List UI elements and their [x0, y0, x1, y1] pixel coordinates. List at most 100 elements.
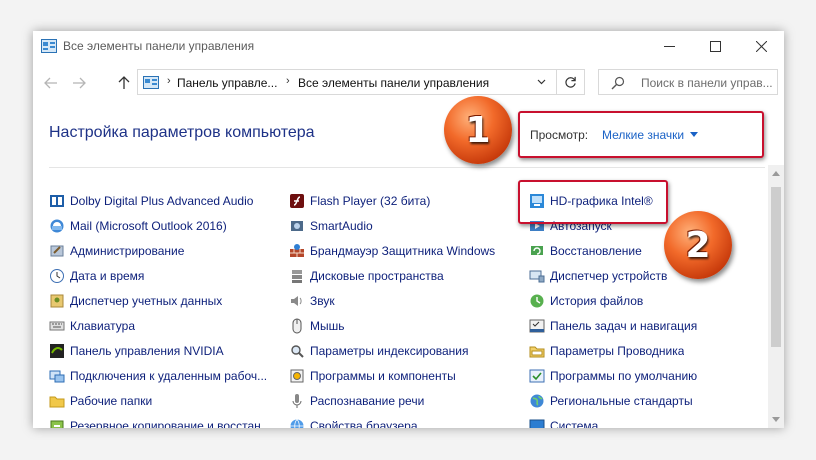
backup-icon	[49, 418, 65, 428]
control-panel-item-label: Рабочие папки	[70, 394, 153, 408]
scroll-down-arrow-icon[interactable]	[772, 417, 780, 422]
control-panel-item[interactable]: Dolby Digital Plus Advanced Audio	[49, 191, 253, 211]
control-panel-item[interactable]: Параметры Проводника	[529, 341, 684, 361]
chevron-down-icon[interactable]	[537, 79, 546, 85]
control-panel-item-label: Параметры Проводника	[550, 344, 685, 358]
control-panel-item[interactable]: Диспетчер устройств	[529, 266, 667, 286]
explorer-options-icon	[529, 343, 545, 359]
control-panel-item-label: Диспетчер учетных данных	[70, 294, 223, 308]
control-panel-item-label: Mail (Microsoft Outlook 2016)	[70, 219, 227, 233]
recovery-icon	[529, 243, 545, 259]
control-panel-item[interactable]: Мышь	[289, 316, 345, 336]
control-panel-item-label: SmartAudio	[310, 219, 373, 233]
control-panel-item[interactable]: Брандмауэр Защитника Windows	[289, 241, 495, 261]
control-panel-item[interactable]: Программы и компоненты	[289, 366, 456, 386]
control-panel-item[interactable]: Распознавание речи	[289, 391, 424, 411]
search-icon	[611, 76, 625, 90]
step-badge-number: 2	[685, 224, 711, 266]
control-panel-item[interactable]: Панель задач и навигация	[529, 316, 697, 336]
arrow-right-icon	[73, 77, 86, 89]
control-panel-item-label: Дата и время	[70, 269, 145, 283]
control-panel-item[interactable]: Звук	[289, 291, 335, 311]
control-panel-item-label: Клавиатура	[70, 319, 135, 333]
firewall-icon	[289, 243, 305, 259]
control-panel-item[interactable]: Администрирование	[49, 241, 184, 261]
title-bar: Все элементы панели управления	[33, 31, 784, 62]
control-panel-item[interactable]: Дисковые пространства	[289, 266, 444, 286]
control-panel-item-label: История файлов	[550, 294, 644, 308]
control-panel-item[interactable]: Mail (Microsoft Outlook 2016)	[49, 216, 227, 236]
control-panel-item[interactable]: Панель управления NVIDIA	[49, 341, 224, 361]
refresh-button[interactable]	[557, 69, 585, 95]
control-panel-item[interactable]: Flash Player (32 бита)	[289, 191, 430, 211]
control-panel-item[interactable]: Программы по умолчанию	[529, 366, 697, 386]
control-panel-item[interactable]: Дата и время	[49, 266, 144, 286]
nvidia-icon	[49, 343, 65, 359]
control-panel-item-label: Свойства браузера	[310, 419, 418, 428]
default-programs-icon	[529, 368, 545, 384]
credential-icon	[49, 293, 65, 309]
remote-icon	[49, 368, 65, 384]
step-badge-2: 2	[664, 211, 732, 279]
control-panel-item-label: Диспетчер устройств	[550, 269, 668, 283]
control-panel-item-label: Дисковые пространства	[310, 269, 444, 283]
back-button[interactable]	[41, 73, 61, 93]
control-panel-item[interactable]: Клавиатура	[49, 316, 135, 336]
search-placeholder: Поиск в панели управ...	[641, 76, 773, 90]
control-panel-item[interactable]: Рабочие папки	[49, 391, 152, 411]
control-panel-item[interactable]: Восстановление	[529, 241, 642, 261]
control-panel-item-label: Мышь	[310, 319, 345, 333]
address-bar[interactable]: › Панель управле... › Все элементы панел…	[137, 69, 557, 95]
control-panel-item-label: Программы по умолчанию	[550, 369, 698, 383]
file-history-icon	[529, 293, 545, 309]
microphone-icon	[289, 393, 305, 409]
control-panel-item[interactable]: SmartAudio	[289, 216, 373, 236]
chevron-right-icon[interactable]: ›	[286, 75, 290, 87]
control-panel-item-label: Администрирование	[70, 244, 185, 258]
browser-icon	[289, 418, 305, 428]
close-button[interactable]	[738, 31, 784, 61]
maximize-button[interactable]	[692, 31, 738, 61]
scrollbar-thumb[interactable]	[771, 187, 781, 347]
control-panel-item[interactable]: Система	[529, 416, 598, 428]
step-badge-1: 1	[444, 96, 512, 164]
page-title: Настройка параметров компьютера	[49, 124, 315, 141]
search-box[interactable]: Поиск в панели управ...	[598, 69, 778, 95]
breadcrumb-all-items[interactable]: Все элементы панели управления	[298, 76, 489, 90]
maximize-icon	[709, 40, 721, 52]
speaker-icon	[289, 293, 305, 309]
control-panel-icon	[143, 76, 159, 89]
control-panel-item[interactable]: Подключения к удаленным рабоч...	[49, 366, 267, 386]
keyboard-icon	[49, 318, 65, 334]
intel-highlight-box	[518, 180, 668, 224]
scroll-up-arrow-icon[interactable]	[772, 171, 780, 176]
control-panel-item-label: Система	[550, 419, 599, 428]
minimize-button[interactable]	[646, 31, 692, 61]
control-panel-item-label: Резервное копирование и восстан...	[70, 419, 271, 428]
vertical-scrollbar[interactable]	[768, 165, 784, 428]
close-icon	[755, 40, 767, 52]
control-panel-item-label: Flash Player (32 бита)	[310, 194, 431, 208]
taskbar-icon	[529, 318, 545, 334]
navigation-bar: › Панель управле... › Все элементы панел…	[33, 65, 784, 101]
view-highlight-box	[518, 111, 764, 158]
window-title: Все элементы панели управления	[63, 39, 255, 53]
breadcrumb-control-panel[interactable]: Панель управле...	[177, 76, 277, 90]
flash-icon	[289, 193, 305, 209]
indexing-icon	[289, 343, 305, 359]
control-panel-item-label: Панель задач и навигация	[550, 319, 698, 333]
control-panel-item[interactable]: Диспетчер учетных данных	[49, 291, 222, 311]
control-panel-item[interactable]: Свойства браузера	[289, 416, 418, 428]
up-button[interactable]	[114, 73, 134, 93]
system-icon	[529, 418, 545, 428]
control-panel-icon	[41, 39, 57, 53]
forward-button[interactable]	[69, 73, 89, 93]
step-badge-number: 1	[465, 109, 491, 151]
control-panel-item[interactable]: Параметры индексирования	[289, 341, 468, 361]
control-panel-item[interactable]: Резервное копирование и восстан...	[49, 416, 271, 428]
minimize-icon	[663, 45, 675, 47]
control-panel-item-label: Подключения к удаленным рабоч...	[70, 369, 268, 383]
refresh-icon	[565, 76, 576, 88]
control-panel-item[interactable]: История файлов	[529, 291, 643, 311]
control-panel-item[interactable]: Региональные стандарты	[529, 391, 693, 411]
